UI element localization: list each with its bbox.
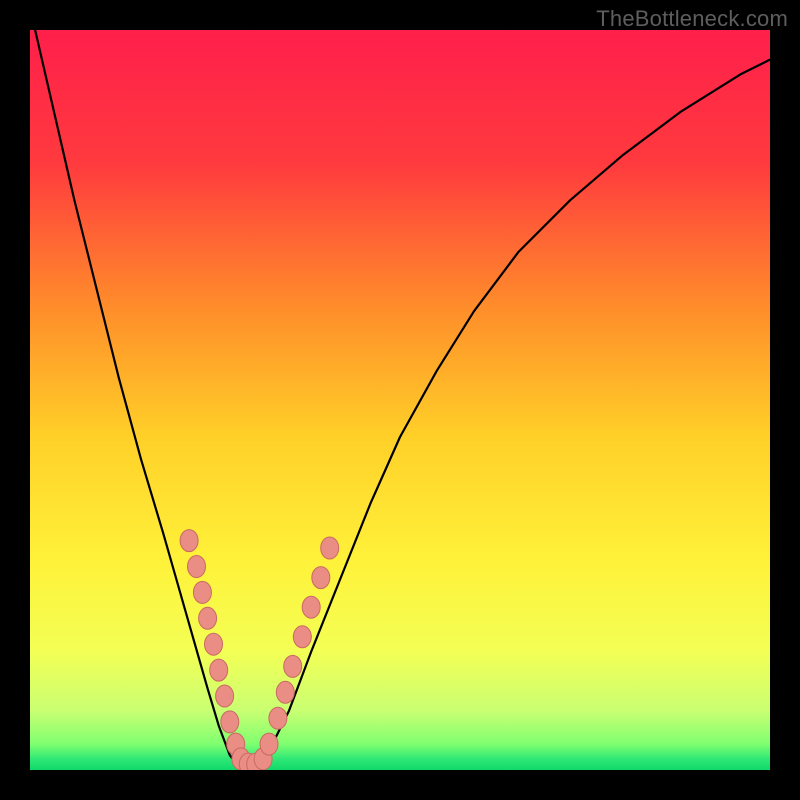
bottleneck-curve — [30, 30, 770, 770]
data-marker — [269, 707, 287, 729]
data-marker — [260, 733, 278, 755]
data-marker — [312, 567, 330, 589]
marker-group — [180, 530, 339, 770]
data-marker — [321, 537, 339, 559]
data-marker — [293, 626, 311, 648]
data-marker — [205, 633, 223, 655]
plot-area — [30, 30, 770, 770]
data-marker — [199, 607, 217, 629]
data-marker — [188, 556, 206, 578]
watermark-text: TheBottleneck.com — [596, 6, 788, 32]
data-marker — [284, 655, 302, 677]
data-marker — [210, 659, 228, 681]
data-marker — [193, 581, 211, 603]
curve-layer — [30, 30, 770, 770]
data-marker — [302, 596, 320, 618]
chart-frame: TheBottleneck.com — [0, 0, 800, 800]
data-marker — [216, 685, 234, 707]
data-marker — [221, 711, 239, 733]
data-marker — [180, 530, 198, 552]
data-marker — [276, 681, 294, 703]
